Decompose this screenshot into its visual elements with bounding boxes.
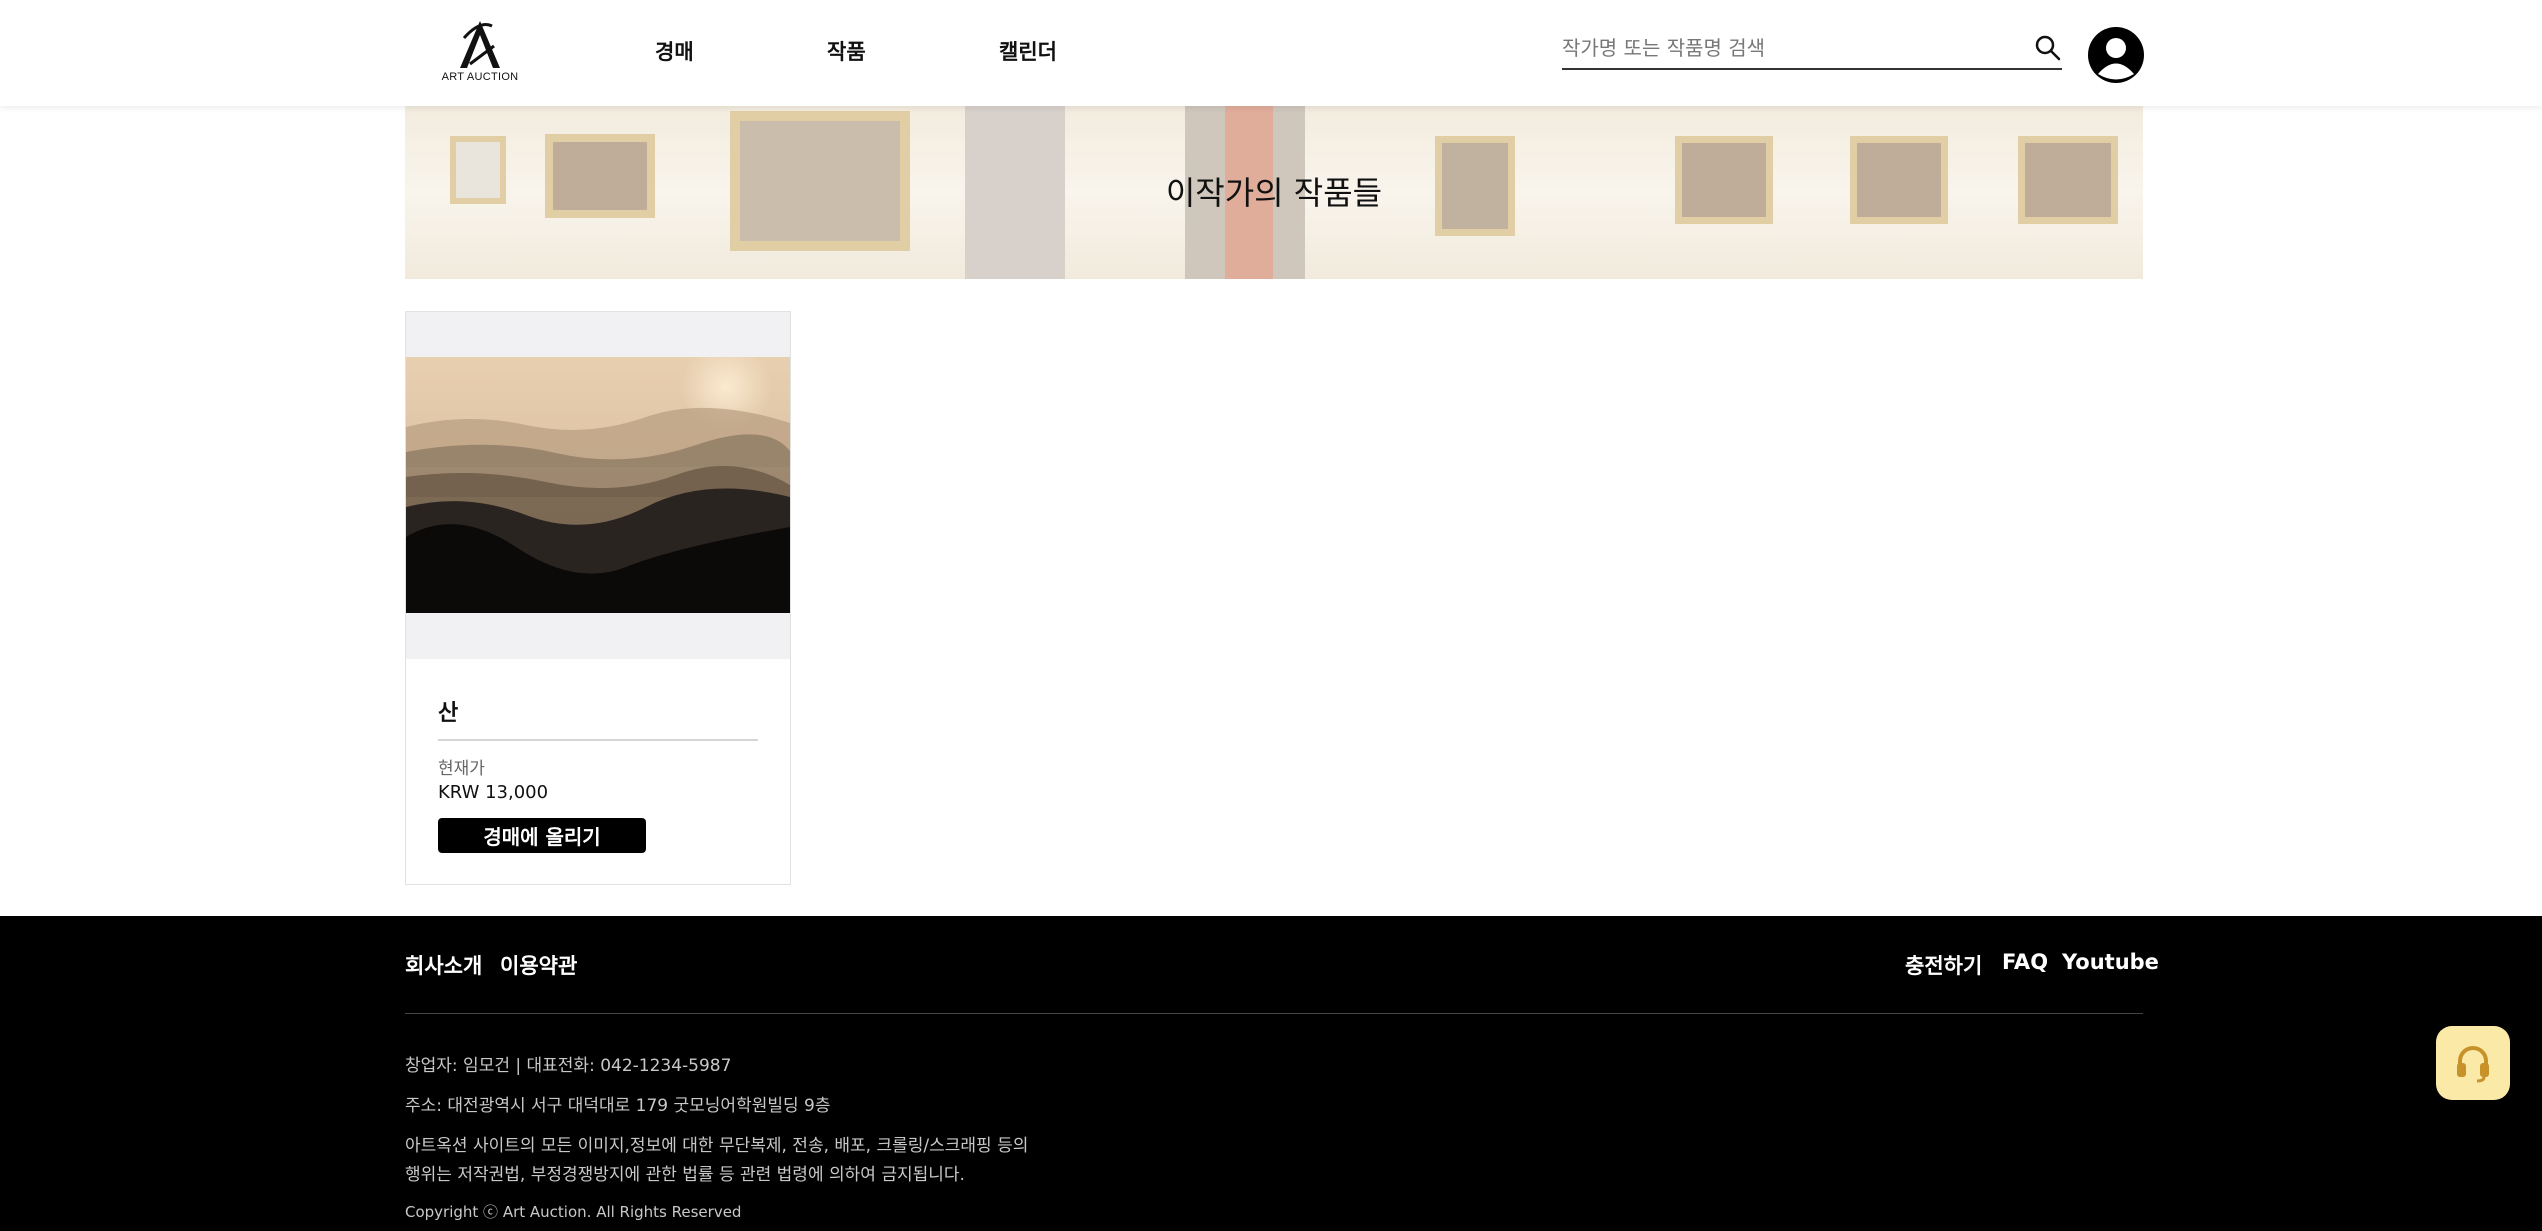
copyright-notice-line1: 아트옥션 사이트의 모든 이미지,정보에 대한 무단복제, 전송, 배포, 크롤… [405, 1136, 1029, 1156]
search-input[interactable] [1562, 30, 2012, 66]
artwork-card[interactable]: 산 현재가 KRW 13,000 경매에 올리기 [405, 311, 791, 885]
logo[interactable]: ART AUCTION [440, 18, 520, 88]
mountain-painting [406, 357, 790, 613]
list-for-auction-button[interactable]: 경매에 올리기 [438, 818, 646, 853]
footer-divider [405, 1013, 2143, 1014]
price-value: KRW 13,000 [438, 782, 549, 803]
customer-support-button[interactable] [2436, 1026, 2510, 1100]
banner: 이작가의 작품들 [405, 106, 2143, 279]
copyright: Copyright ⓒ Art Auction. All Rights Rese… [405, 1203, 742, 1221]
logo-text: ART AUCTION [441, 71, 519, 83]
artwork-image[interactable] [406, 312, 790, 659]
nav-calendar[interactable]: 캘린더 [999, 36, 1057, 66]
nav-artworks[interactable]: 작품 [827, 36, 866, 66]
nav-auction[interactable]: 경매 [655, 36, 694, 66]
founder-info: 창업자: 임모건 | 대표전화: 042-1234-5987 [405, 1056, 732, 1076]
footer-link-about[interactable]: 회사소개 [405, 950, 482, 980]
footer-link-charge[interactable]: 충전하기 [1905, 950, 1982, 980]
copyright-notice-line2: 행위는 저작권법, 부정경쟁방지에 관한 법률 등 관련 법령에 의하여 금지됩… [405, 1165, 965, 1185]
header: ART AUCTION 경매 작품 캘린더 [0, 0, 2542, 106]
price-label: 현재가 [438, 759, 485, 779]
user-avatar-icon[interactable] [2088, 27, 2144, 83]
search-bar [1562, 30, 2062, 70]
artwork-title: 산 [438, 701, 459, 726]
address-info: 주소: 대전광역시 서구 대덕대로 179 굿모닝어학원빌딩 9층 [405, 1096, 831, 1116]
card-divider [438, 739, 758, 741]
footer-link-terms[interactable]: 이용약관 [500, 950, 577, 980]
logo-icon [460, 21, 500, 68]
search-icon[interactable] [2034, 34, 2062, 62]
banner-title: 이작가의 작품들 [1165, 174, 1383, 212]
footer: 회사소개 이용약관 충전하기 FAQ Youtube 창업자: 임모건 | 대표… [0, 916, 2542, 1231]
footer-link-faq[interactable]: FAQ [2002, 950, 2048, 974]
headset-icon [2457, 1046, 2489, 1083]
footer-link-youtube[interactable]: Youtube [2062, 950, 2159, 974]
